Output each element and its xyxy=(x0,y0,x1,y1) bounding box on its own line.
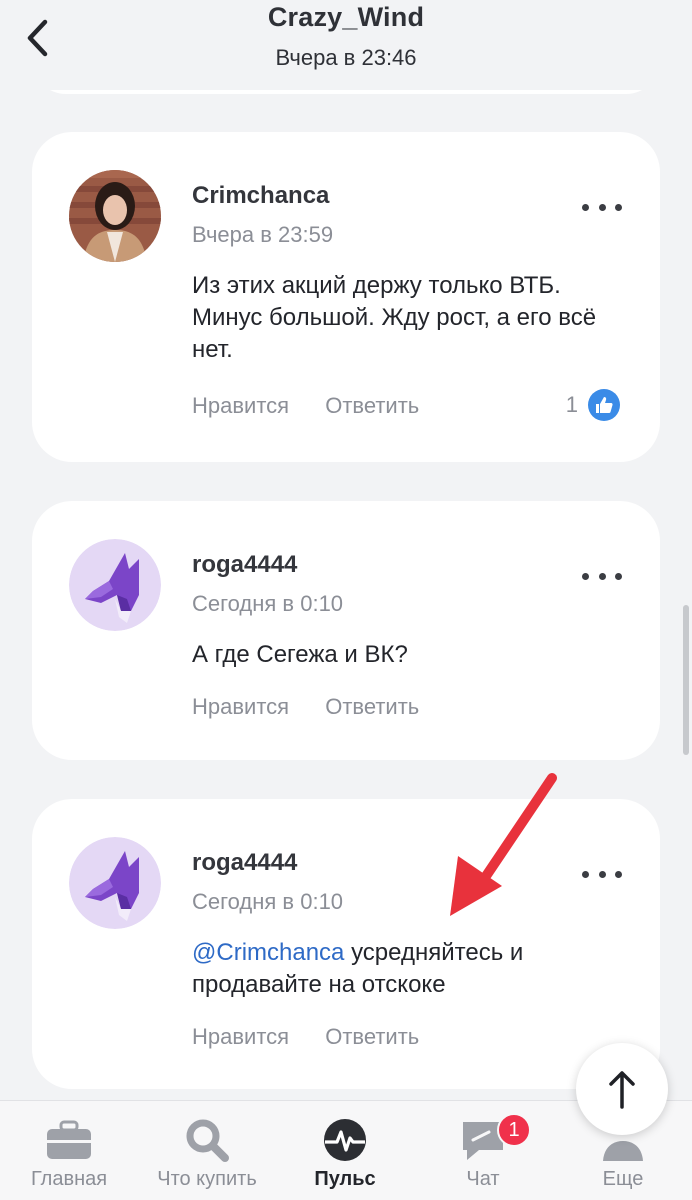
like-button[interactable]: Нравится xyxy=(192,1024,289,1049)
post-time: Вчера в 23:46 xyxy=(275,45,417,70)
more-options-button[interactable] xyxy=(582,867,622,881)
comment-text: @Crimchanca усредняйтесь и продавайте на… xyxy=(192,937,612,1001)
comment-time: Сегодня в 0:10 xyxy=(192,889,344,914)
dot xyxy=(615,203,622,211)
reply-button[interactable]: Ответить xyxy=(325,1024,419,1049)
nav-label: Главная xyxy=(30,1168,108,1190)
nav-label: Пульс xyxy=(314,1168,376,1190)
scroll-to-top-button[interactable] xyxy=(576,1043,668,1135)
comment-time: Вчера в 23:59 xyxy=(192,222,334,247)
arrow-up-icon xyxy=(609,1071,635,1109)
dot xyxy=(598,572,606,580)
comment-actions: Нравится Ответить xyxy=(192,393,449,419)
user-photo xyxy=(69,170,161,262)
nav-label: Чат xyxy=(466,1168,500,1190)
pulse-icon xyxy=(320,1117,370,1163)
fox-avatar-icon xyxy=(69,539,161,631)
comment-text: Из этих акций держу только ВТБ. Минус бо… xyxy=(192,272,597,363)
nav-pulse[interactable]: Пульс xyxy=(276,1101,414,1200)
more-options-button[interactable] xyxy=(582,200,622,214)
dot xyxy=(615,572,622,580)
header: Crazy_Wind Вчера в 23:46 xyxy=(0,0,692,90)
like-button[interactable]: Нравится xyxy=(192,393,289,418)
comment-time: Сегодня в 0:10 xyxy=(192,591,344,616)
comment-actions: Нравится Ответить xyxy=(192,1024,449,1050)
like-button[interactable]: Нравится xyxy=(192,694,289,719)
mention-link[interactable]: @Crimchanca xyxy=(192,939,344,966)
annotation-arrow-icon xyxy=(450,773,557,916)
more-options-button[interactable] xyxy=(582,569,622,583)
avatar[interactable] xyxy=(69,837,161,929)
dot xyxy=(615,870,622,878)
dot xyxy=(582,203,589,211)
comment-actions: Нравится Ответить xyxy=(192,694,449,720)
avatar[interactable] xyxy=(69,539,161,631)
thumbs-up-icon xyxy=(588,389,620,421)
dot xyxy=(598,203,606,211)
dot xyxy=(598,870,606,878)
nav-chat[interactable]: 1 Чат xyxy=(414,1101,552,1200)
nav-what-to-buy[interactable]: Что купить xyxy=(138,1101,276,1200)
scrollbar[interactable] xyxy=(683,605,689,755)
search-icon xyxy=(182,1117,232,1163)
nav-label: Что купить xyxy=(157,1168,257,1190)
post-author-title[interactable]: Crazy_Wind xyxy=(0,2,692,33)
avatar[interactable] xyxy=(69,170,161,262)
fox-avatar-icon xyxy=(69,837,161,929)
comment-card: Crimchanca Вчера в 23:59 Из этих акций д… xyxy=(32,132,660,462)
reply-button[interactable]: Ответить xyxy=(325,694,419,719)
dot xyxy=(582,870,589,878)
likes-count: 1 xyxy=(565,392,578,417)
nav-label: Еще xyxy=(602,1168,644,1190)
comment-author[interactable]: roga4444 xyxy=(192,551,297,579)
briefcase-icon xyxy=(44,1117,94,1163)
likes-counter[interactable]: 1 xyxy=(566,389,620,421)
comment-text: А где Сегежа и ВК? xyxy=(192,641,408,668)
comment-card: roga4444 Сегодня в 0:10 А где Сегежа и В… xyxy=(32,501,660,760)
nav-home[interactable]: Главная xyxy=(0,1101,138,1200)
chat-unread-badge: 1 xyxy=(497,1113,531,1147)
comment-author[interactable]: Crimchanca xyxy=(192,182,329,210)
comment-author[interactable]: roga4444 xyxy=(192,849,297,877)
dot xyxy=(582,572,589,580)
reply-button[interactable]: Ответить xyxy=(325,393,419,418)
